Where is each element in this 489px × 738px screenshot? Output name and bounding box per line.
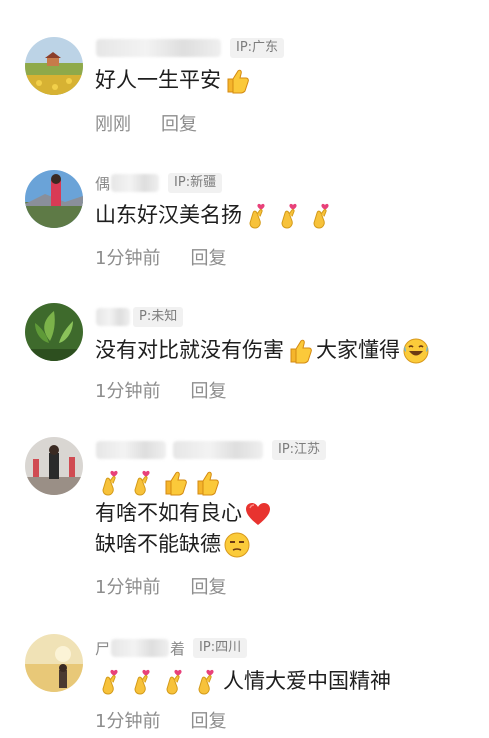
username-visible-part: 偶: [95, 174, 111, 193]
reply-button[interactable]: 回复: [190, 573, 226, 599]
comment-time: 1分钟前: [95, 248, 161, 269]
username[interactable]: 尸 着: [95, 638, 185, 659]
username[interactable]: [95, 441, 264, 459]
thumbs-up-icon: [193, 469, 221, 497]
avatar[interactable]: [25, 37, 83, 95]
thumbs-up-icon: [161, 469, 189, 497]
username-redacted: [173, 441, 263, 459]
reply-button[interactable]: 回复: [190, 707, 226, 733]
username-visible-part: 着: [170, 639, 186, 658]
finger-heart-icon: [161, 668, 189, 696]
username[interactable]: [95, 308, 131, 326]
ip-location-badge: IP:广东: [230, 38, 285, 58]
thumbs-up-icon: [223, 67, 251, 95]
finger-heart-icon: [129, 469, 157, 497]
finger-heart-icon: [308, 202, 336, 230]
finger-heart-icon: [276, 202, 304, 230]
avatar[interactable]: [25, 170, 83, 228]
avatar[interactable]: [25, 634, 83, 692]
username-redacted: [96, 39, 221, 57]
ip-location-badge: P:未知: [133, 307, 184, 327]
rolling-laugh-icon: [402, 337, 430, 365]
avatar[interactable]: [25, 437, 83, 495]
comment-meta: 偶 IP:新疆: [95, 171, 223, 195]
red-heart-icon: [244, 500, 272, 528]
comment-time: 1分钟前: [95, 577, 161, 598]
comment-actions: 1分钟前 回复: [95, 377, 226, 403]
comment-line: 人情大爱中国精神: [223, 669, 391, 693]
unamused-face-icon: [223, 531, 251, 559]
comment-actions: 1分钟前 回复: [95, 707, 226, 733]
comment-actions: 1分钟前 回复: [95, 573, 226, 599]
comment-text: 没有对比就没有伤害 大家懂得: [95, 335, 432, 366]
thumbs-up-icon: [286, 337, 314, 365]
comment-line: 好人一生平安: [95, 68, 221, 92]
comment-text: 有啥不如有良心 缺啥不能缺德: [95, 467, 274, 560]
comment-line: 山东好汉美名扬: [95, 203, 242, 227]
comment-text: 人情大爱中国精神: [95, 666, 391, 697]
finger-heart-icon: [97, 668, 125, 696]
username-redacted: [96, 308, 130, 326]
comment-actions: 1分钟前 回复: [95, 244, 226, 270]
reply-button[interactable]: 回复: [190, 377, 226, 403]
finger-heart-icon: [129, 668, 157, 696]
ip-location-badge: IP:四川: [193, 638, 248, 658]
reply-button[interactable]: 回复: [190, 244, 226, 270]
comment-meta: 尸 着 IP:四川: [95, 636, 248, 660]
comment-time: 1分钟前: [95, 381, 161, 402]
username-visible-part: 尸: [95, 639, 111, 658]
avatar[interactable]: [25, 303, 83, 361]
comment-time: 刚刚: [95, 114, 131, 135]
comment-line: 没有对比就没有伤害: [95, 338, 284, 362]
comment-line: 有啥不如有良心: [95, 501, 242, 525]
comment-meta: IP:广东: [95, 36, 285, 60]
comment-line: 缺啥不能缺德: [95, 532, 221, 556]
finger-heart-icon: [97, 469, 125, 497]
ip-location-badge: IP:新疆: [168, 173, 223, 193]
comment-text: 好人一生平安: [95, 65, 253, 96]
username[interactable]: 偶: [95, 173, 160, 194]
comment-line: 大家懂得: [316, 338, 400, 362]
finger-heart-icon: [244, 202, 272, 230]
comment-meta: P:未知: [95, 305, 184, 329]
comment-time: 1分钟前: [95, 711, 161, 732]
username-redacted: [96, 441, 166, 459]
username-redacted: [111, 639, 170, 657]
comment-actions: 刚刚 回复: [95, 110, 197, 136]
username[interactable]: [95, 39, 222, 57]
finger-heart-icon: [193, 668, 221, 696]
ip-location-badge: IP:江苏: [272, 440, 327, 460]
comment-meta: IP:江苏: [95, 438, 327, 462]
username-redacted: [111, 174, 160, 192]
reply-button[interactable]: 回复: [161, 110, 197, 136]
comment-text: 山东好汉美名扬: [95, 200, 338, 231]
